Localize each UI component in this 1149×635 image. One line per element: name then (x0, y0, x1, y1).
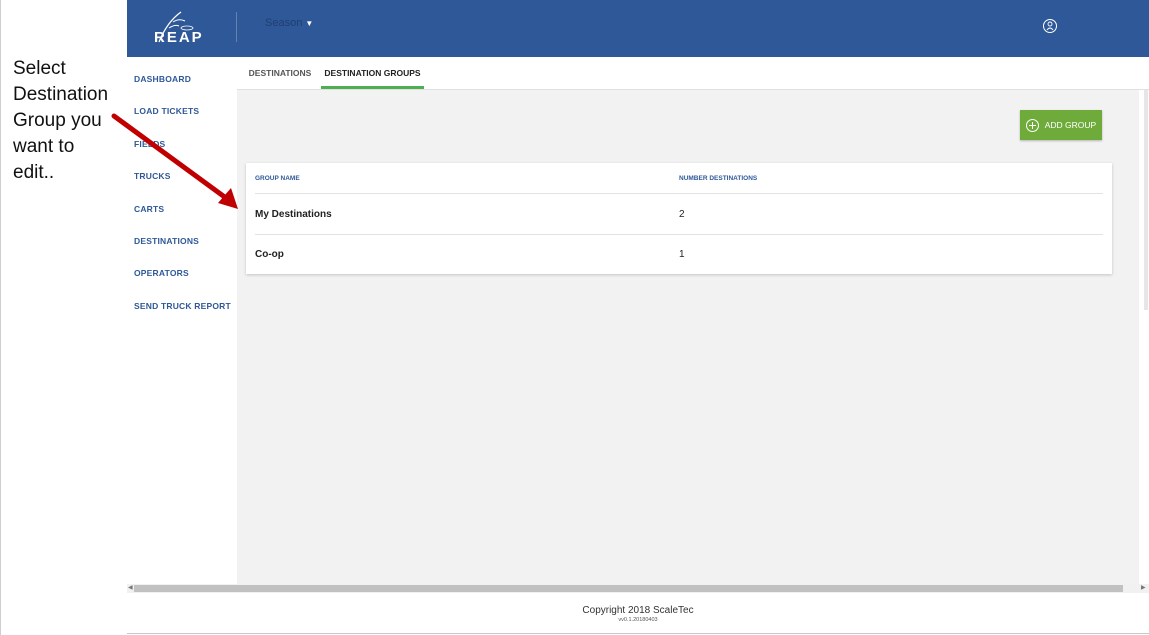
caret-down-icon: ▼ (305, 19, 314, 28)
sidebar-item-load-tickets[interactable]: LOAD TICKETS (134, 106, 199, 116)
scroll-right-arrow-icon[interactable]: ▶ (1141, 584, 1146, 591)
sidebar-item-fields[interactable]: FIELDS (134, 139, 165, 149)
navbar-divider (236, 12, 237, 42)
sidebar-item-trucks[interactable]: TRUCKS (134, 171, 171, 181)
annotation-line: want to (13, 136, 75, 157)
table-row[interactable]: Co-op 1 (246, 235, 1112, 275)
horizontal-scrollbar-thumb[interactable] (134, 585, 1123, 592)
footer-border (127, 633, 1149, 634)
version-text: vv0.1.20180403 (618, 617, 658, 623)
annotation-line: edit.. (13, 162, 55, 183)
column-header-group-name[interactable]: GROUP NAME (255, 175, 300, 182)
add-group-button[interactable]: ADD GROUP (1020, 110, 1102, 140)
sidebar-item-dashboard[interactable]: DASHBOARD (134, 74, 191, 84)
sidebar-item-destinations[interactable]: DESTINATIONS (134, 236, 199, 246)
horizontal-scrollbar[interactable]: ◀ ▶ (127, 584, 1149, 593)
user-account-icon[interactable] (1042, 17, 1058, 35)
add-group-label: ADD GROUP (1044, 120, 1097, 130)
group-name-cell[interactable]: Co-op (255, 249, 284, 260)
destination-groups-table: GROUP NAME NUMBER DESTINATIONS My Destin… (246, 163, 1112, 274)
sidebar-item-send-truck-report[interactable]: SEND TRUCK REPORT (134, 301, 231, 311)
footer: Copyright 2018 ScaleTec vv0.1.20180403 (127, 593, 1149, 635)
column-header-number-destinations[interactable]: NUMBER DESTINATIONS (679, 175, 757, 182)
destination-count-cell: 2 (679, 209, 685, 220)
copyright-text: Copyright 2018 ScaleTec (582, 605, 694, 616)
destination-count-cell: 1 (679, 249, 685, 260)
tab-destination-groups[interactable]: DESTINATION GROUPS (321, 57, 424, 89)
logo-text[interactable]: REAP (154, 29, 204, 46)
tab-bar: DESTINATIONS DESTINATION GROUPS (237, 57, 1149, 90)
vertical-scrollbar-thumb[interactable] (1144, 90, 1148, 310)
frame-border (0, 0, 1, 635)
annotation-line: Select (13, 58, 66, 79)
sidebar-item-operators[interactable]: OPERATORS (134, 268, 189, 278)
season-dropdown[interactable]: Season ▼ (265, 17, 313, 29)
annotation-line: Destination (13, 84, 109, 105)
group-name-cell[interactable]: My Destinations (255, 209, 332, 220)
tab-destinations[interactable]: DESTINATIONS (245, 57, 315, 89)
sidebar-nav: DASHBOARD LOAD TICKETS FIELDS TRUCKS CAR… (127, 57, 237, 585)
reap-app: REAP Season ▼ DASHBOARD LOAD TICKETS FIEL… (127, 0, 1149, 635)
top-navbar: REAP Season ▼ (127, 0, 1149, 57)
table-row[interactable]: My Destinations 2 (246, 194, 1112, 234)
sidebar-item-carts[interactable]: CARTS (134, 204, 164, 214)
scroll-left-arrow-icon[interactable]: ◀ (128, 584, 133, 591)
instruction-annotation: Select Destination Group you want to edi… (13, 56, 128, 186)
season-label: Season (265, 17, 303, 29)
main-content: ADD GROUP GROUP NAME NUMBER DESTINATIONS… (237, 90, 1139, 584)
add-circle-icon (1025, 118, 1039, 132)
vertical-scrollbar[interactable] (1139, 90, 1149, 584)
annotation-line: Group you (13, 110, 102, 131)
